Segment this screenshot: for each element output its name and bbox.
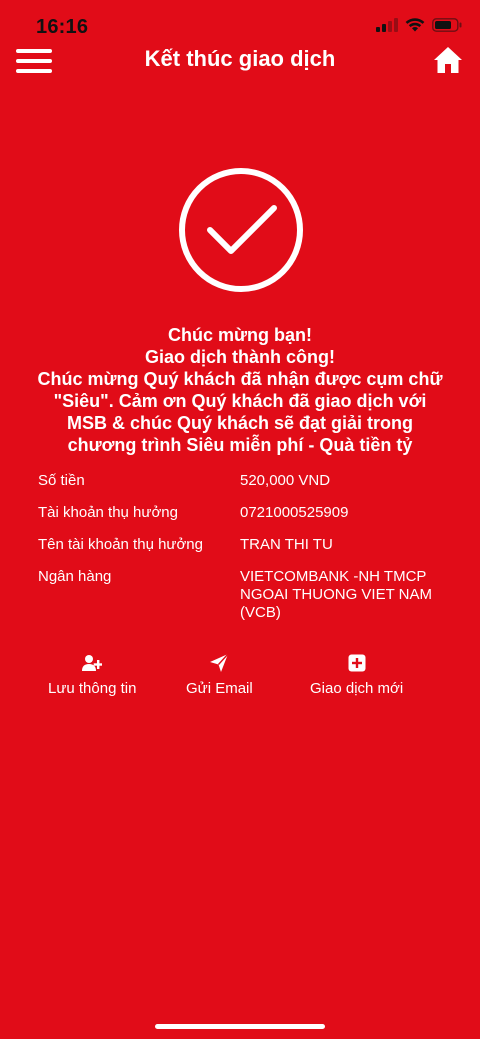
add-user-icon [82, 655, 103, 671]
save-info-label: Lưu thông tin [48, 680, 137, 697]
success-message: Chúc mừng bạn! Giao dịch thành công! Chú… [24, 324, 456, 456]
detail-row-bank: Ngân hàng VIETCOMBANK -NH TMCP NGOAI THU… [38, 568, 458, 622]
wifi-icon [405, 18, 425, 32]
message-line: chương trình Siêu miễn phí - Quà tiền tỷ [67, 435, 413, 455]
message-line: Chúc mừng Quý khách đã nhận được cụm chữ [37, 369, 443, 389]
detail-value: TRAN THI TU [240, 536, 333, 553]
detail-label: Tài khoản thụ hưởng [38, 504, 178, 521]
message-line: MSB & chúc Quý khách sẽ đạt giải trong [66, 413, 414, 433]
signal-icon [376, 18, 398, 32]
detail-value: VIETCOMBANK -NH TMCP NGOAI THUONG VIET N… [240, 568, 432, 621]
detail-label: Ngân hàng [38, 568, 112, 585]
header: Kết thúc giao dịch [0, 40, 480, 80]
detail-label: Tên tài khoản thụ hưởng [38, 536, 203, 553]
detail-row-amount: Số tiền 520,000 VND [38, 472, 458, 490]
save-info-button[interactable]: Lưu thông tin [48, 654, 136, 697]
detail-value: 0721000525909 [240, 504, 349, 521]
detail-label: Số tiền [38, 472, 85, 489]
message-line: "Siêu". Cảm ơn Quý khách đã giao dịch vớ… [53, 391, 427, 411]
home-icon[interactable] [432, 44, 464, 76]
detail-row-beneficiary-account: Tài khoản thụ hưởng 0721000525909 [38, 504, 458, 522]
send-email-button[interactable]: Gửi Email [186, 654, 253, 697]
transaction-details: Số tiền 520,000 VND Tài khoản thụ hưởng … [38, 472, 458, 636]
status-bar: 16:16 [0, 0, 480, 44]
message-line: Giao dịch thành công! [145, 347, 335, 367]
new-transaction-label: Giao dịch mới [310, 680, 404, 697]
send-email-label: Gửi Email [186, 680, 253, 697]
status-icons [376, 18, 462, 32]
send-icon [210, 654, 229, 672]
home-indicator[interactable] [155, 1024, 325, 1029]
new-transaction-button[interactable]: Giao dịch mới [310, 654, 403, 697]
detail-value: 520,000 VND [240, 472, 331, 489]
page-title: Kết thúc giao dịch [144, 46, 336, 71]
success-check-icon [179, 168, 303, 292]
battery-icon [432, 18, 462, 32]
detail-row-beneficiary-name: Tên tài khoản thụ hưởng TRAN THI TU [38, 536, 458, 554]
status-time: 16:16 [36, 16, 89, 38]
message-line: Chúc mừng bạn! [167, 325, 313, 345]
action-bar: Lưu thông tin Gửi Email Giao dịch mới [48, 654, 428, 704]
plus-square-icon [348, 654, 366, 672]
